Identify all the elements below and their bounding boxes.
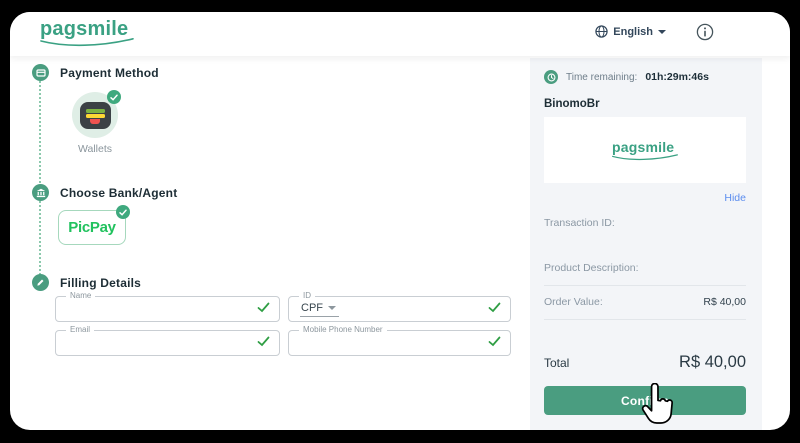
id-field: ID CPF bbox=[288, 296, 511, 322]
pagsmile-logo: pagsmile bbox=[40, 18, 134, 47]
picpay-selected-check-icon bbox=[116, 205, 130, 219]
steps-connector-line bbox=[39, 74, 41, 282]
payment-method-step-icon bbox=[32, 64, 49, 81]
time-remaining-label: Time remaining: bbox=[566, 72, 637, 83]
step-payment-method: Payment Method bbox=[32, 64, 159, 81]
merchant-logo: pagsmile bbox=[612, 139, 678, 161]
name-input[interactable] bbox=[67, 301, 250, 318]
hide-link[interactable]: Hide bbox=[544, 192, 746, 204]
email-field: Email bbox=[55, 330, 280, 356]
name-field-label: Name bbox=[66, 291, 95, 300]
info-button[interactable] bbox=[696, 23, 714, 41]
order-summary-panel: Time remaining: 01h:29m:46s BinomoBr pag… bbox=[530, 58, 762, 430]
chevron-down-icon bbox=[328, 306, 336, 310]
choose-bank-title: Choose Bank/Agent bbox=[60, 186, 177, 200]
name-valid-check-icon bbox=[257, 300, 270, 318]
order-value: R$ 40,00 bbox=[703, 296, 746, 308]
wallets-selected-check-icon bbox=[107, 90, 121, 104]
id-type-select[interactable]: CPF bbox=[300, 302, 339, 317]
phone-input[interactable] bbox=[300, 335, 481, 352]
time-remaining-value: 01h:29m:46s bbox=[645, 71, 709, 83]
total-value: R$ 40,00 bbox=[679, 353, 746, 372]
email-valid-check-icon bbox=[257, 334, 270, 352]
name-field: Name bbox=[55, 296, 280, 322]
total-label: Total bbox=[544, 356, 569, 370]
chevron-down-icon bbox=[658, 30, 666, 34]
wallets-icon bbox=[72, 92, 118, 138]
filling-details-step-icon bbox=[32, 274, 49, 291]
language-selector[interactable]: English bbox=[595, 25, 666, 38]
id-field-label: ID bbox=[299, 291, 315, 300]
globe-icon bbox=[595, 25, 608, 38]
pencil-icon bbox=[36, 278, 45, 287]
order-value-label: Order Value: bbox=[544, 296, 603, 308]
confirm-button[interactable]: Confirm bbox=[544, 386, 746, 415]
total-row: Total R$ 40,00 bbox=[544, 353, 746, 372]
merchant-logo-box: pagsmile bbox=[544, 117, 746, 183]
picpay-option[interactable]: PicPay bbox=[58, 210, 126, 245]
transaction-id-label: Transaction ID: bbox=[544, 217, 746, 229]
phone-field-label: Mobile Phone Number bbox=[299, 325, 387, 334]
clock-icon bbox=[544, 70, 558, 84]
app-header: pagsmile English bbox=[10, 12, 790, 56]
phone-valid-check-icon bbox=[488, 334, 501, 352]
id-valid-check-icon bbox=[488, 300, 501, 318]
time-remaining-row: Time remaining: 01h:29m:46s bbox=[544, 70, 746, 84]
wallets-option[interactable]: Wallets bbox=[72, 92, 118, 155]
order-value-row: Order Value: R$ 40,00 bbox=[544, 296, 746, 320]
card-icon bbox=[36, 68, 46, 78]
phone-field: Mobile Phone Number bbox=[288, 330, 511, 356]
logo-swoosh-icon bbox=[612, 154, 678, 161]
email-field-label: Email bbox=[66, 325, 94, 334]
payment-method-title: Payment Method bbox=[60, 66, 159, 80]
id-type-value: CPF bbox=[301, 302, 323, 314]
merchant-logo-text: pagsmile bbox=[612, 139, 674, 155]
step-choose-bank: Choose Bank/Agent bbox=[32, 184, 177, 201]
wallet-glyph bbox=[80, 102, 111, 129]
info-icon bbox=[696, 23, 714, 41]
checkout-card: pagsmile English bbox=[10, 12, 790, 430]
email-input[interactable] bbox=[67, 335, 250, 352]
picpay-logo: PicPay bbox=[68, 219, 115, 236]
product-description-label: Product Description: bbox=[544, 262, 746, 286]
bank-icon bbox=[36, 188, 46, 198]
language-label: English bbox=[613, 26, 653, 38]
step-filling-details: Filling Details bbox=[32, 274, 141, 291]
wallets-label: Wallets bbox=[72, 143, 118, 155]
filling-details-title: Filling Details bbox=[60, 276, 141, 290]
merchant-name: BinomoBr bbox=[544, 98, 746, 110]
choose-bank-step-icon bbox=[32, 184, 49, 201]
pagsmile-logo-text: pagsmile bbox=[40, 18, 128, 40]
